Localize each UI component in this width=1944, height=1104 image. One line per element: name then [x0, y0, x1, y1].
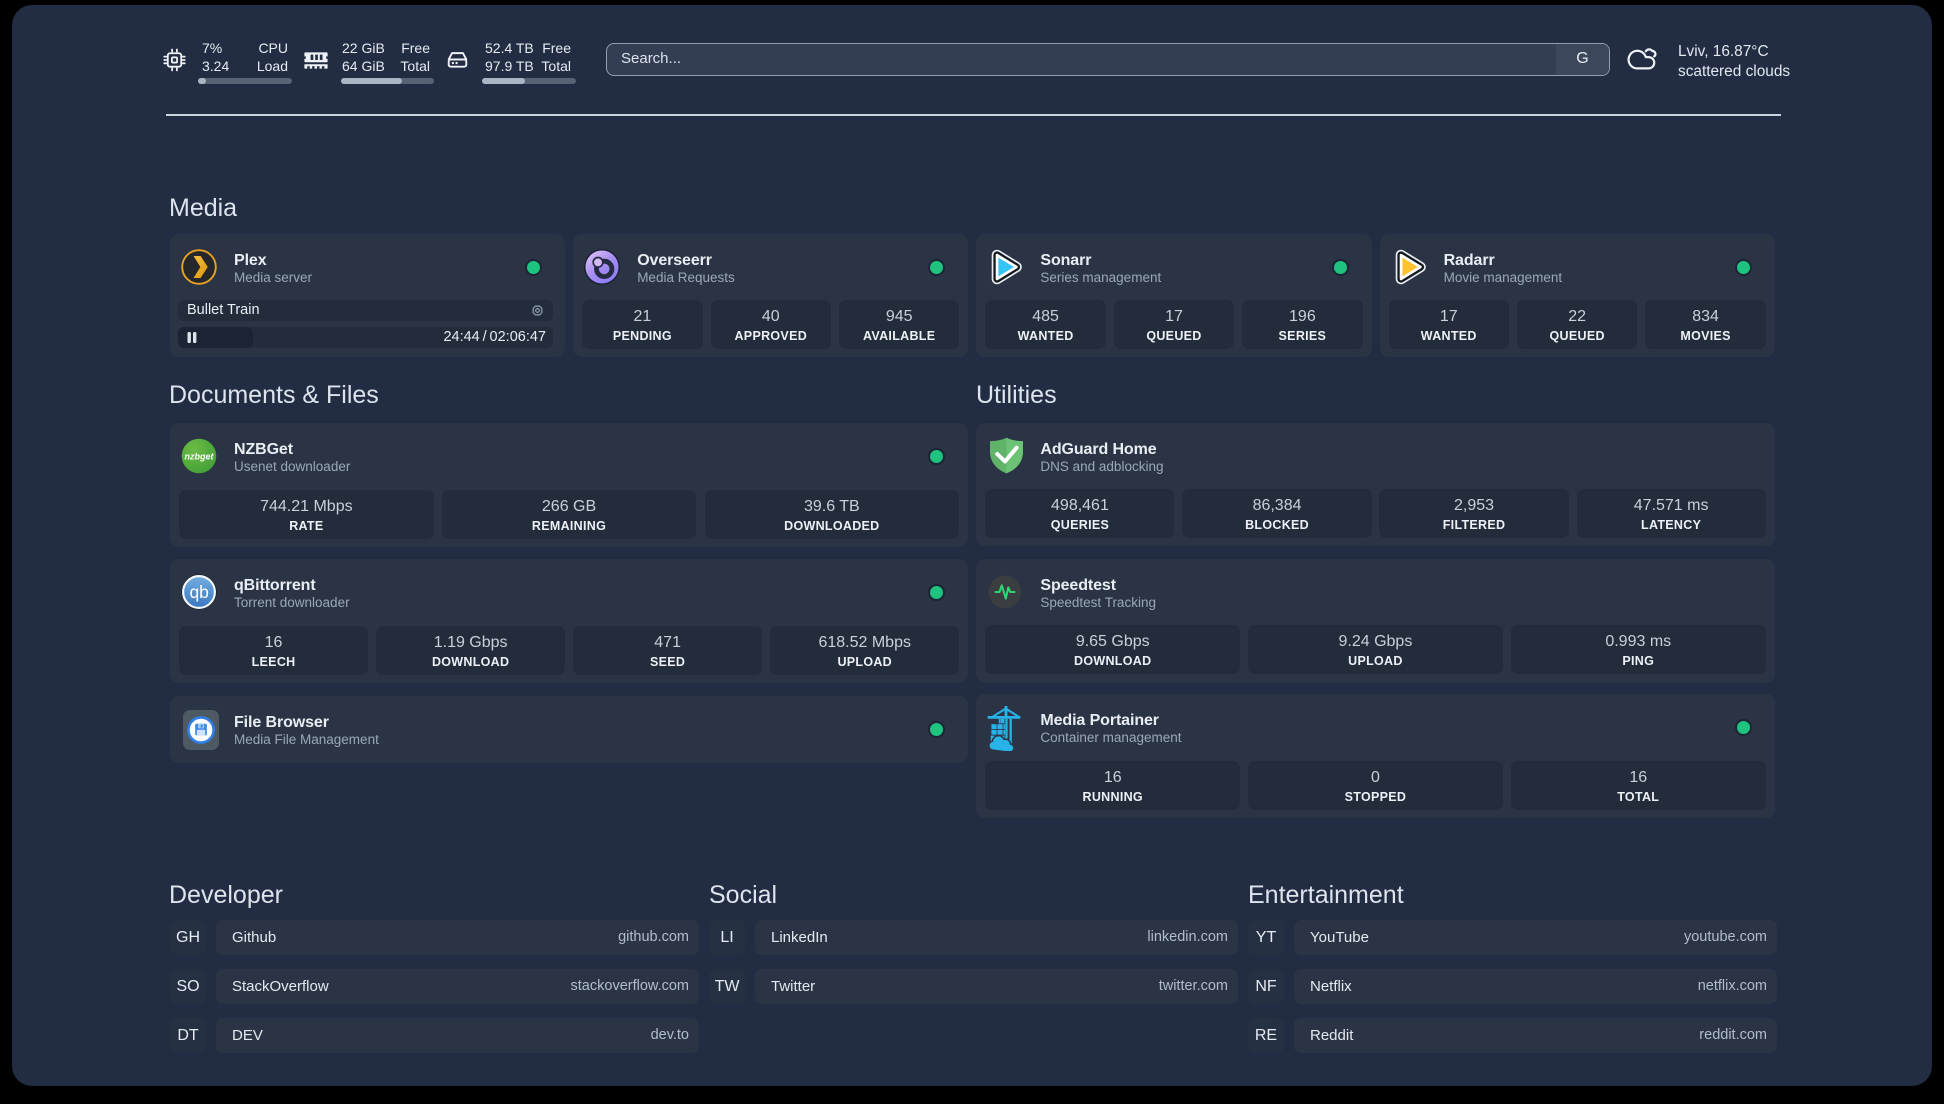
svg-text:qb: qb: [189, 582, 208, 602]
svg-text:nzbget: nzbget: [185, 452, 215, 462]
